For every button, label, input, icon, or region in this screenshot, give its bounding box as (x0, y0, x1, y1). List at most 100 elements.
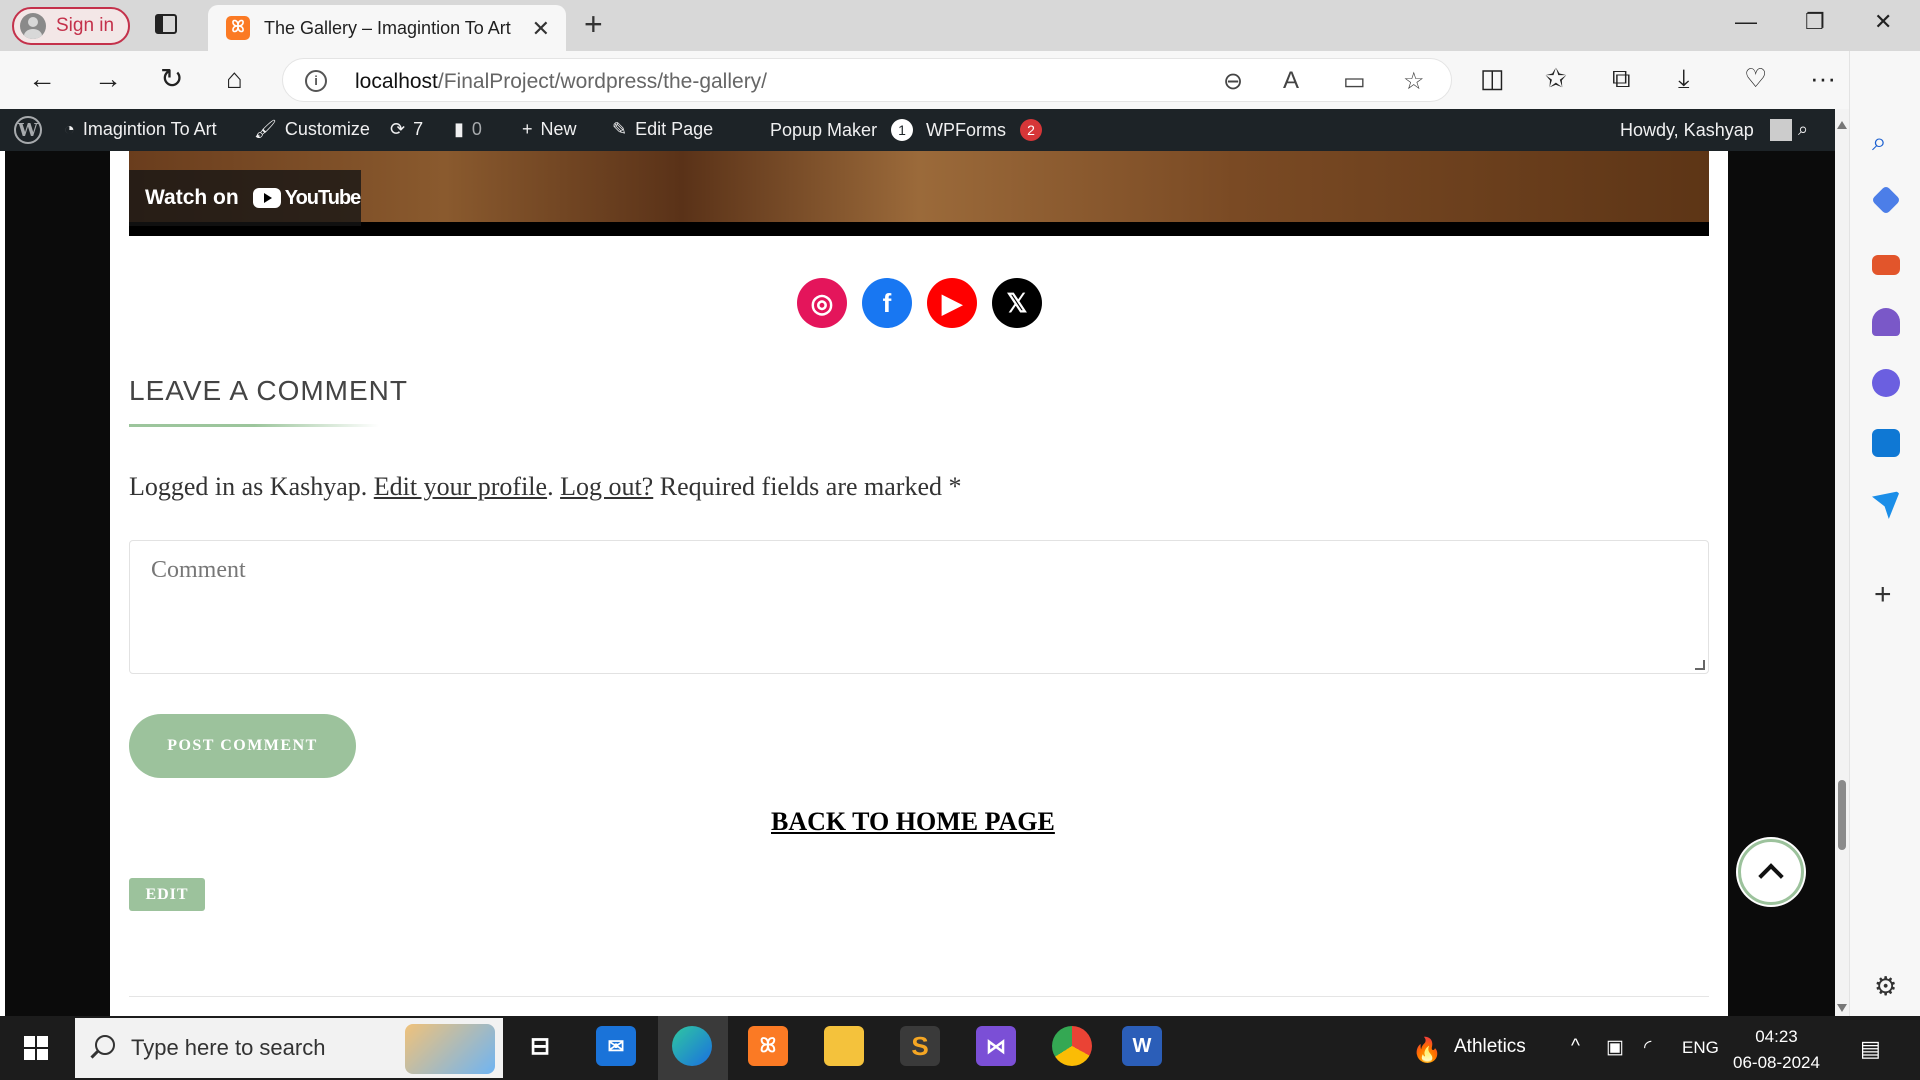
log-out-link[interactable]: Log out? (560, 472, 653, 501)
favorite-star-icon[interactable]: ☆ (1403, 67, 1425, 96)
task-view-icon[interactable]: ⊟ (520, 1026, 560, 1066)
address-bar-row: ← → ↻ ⌂ i localhost/FinalProject/wordpre… (0, 51, 1920, 109)
tab-title: The Gallery – Imagintion To Art (264, 17, 511, 38)
split-screen-icon[interactable]: ◫ (1480, 63, 1505, 94)
forward-icon[interactable]: → (94, 63, 122, 95)
x-icon[interactable]: 𝕏 (992, 278, 1042, 328)
post-comment-button[interactable]: POST COMMENT (129, 714, 356, 778)
updates-icon: ⟳ (390, 119, 406, 139)
divider (129, 996, 1709, 997)
browser-essentials-icon[interactable]: ♡ (1744, 63, 1767, 94)
popup-maker-menu[interactable]: Popup Maker 1 (770, 119, 914, 141)
pencil-icon: ✎ (612, 119, 628, 139)
comment-textarea[interactable]: Comment (129, 540, 1709, 674)
scroll-up-arrow-icon[interactable] (1837, 121, 1847, 129)
shopping-tag-icon[interactable] (1871, 185, 1901, 215)
xampp-icon[interactable]: ꕤ (748, 1026, 788, 1066)
chrome-icon[interactable] (1052, 1026, 1092, 1066)
new-tab-button[interactable]: + (584, 6, 603, 43)
sign-in-button[interactable]: Sign in (12, 7, 130, 45)
customize-link[interactable]: 🖌 Customize (254, 119, 370, 140)
edit-profile-link[interactable]: Edit your profile (374, 472, 547, 501)
edge-icon[interactable] (672, 1026, 712, 1066)
add-sidebar-app-icon[interactable]: + (1874, 578, 1892, 612)
collections-icon[interactable]: ⧉ (1612, 63, 1631, 95)
site-info-icon[interactable]: i (305, 70, 327, 92)
edit-button[interactable]: EDIT (129, 878, 205, 911)
mail-icon[interactable]: ✉ (596, 1026, 636, 1066)
youtube-embed[interactable] (129, 151, 1709, 236)
facebook-icon[interactable]: f (862, 278, 912, 328)
file-explorer-icon[interactable] (824, 1026, 864, 1066)
tab-active[interactable]: ꕤ The Gallery – Imagintion To Art ✕ (208, 5, 566, 51)
read-aloud-icon[interactable]: A (1283, 67, 1299, 95)
instagram-icon[interactable]: ◎ (797, 278, 847, 328)
new-content-menu[interactable]: + New (522, 119, 577, 140)
minimize-icon[interactable]: — (1735, 9, 1757, 35)
refresh-icon[interactable]: ↻ (160, 63, 183, 95)
address-bar[interactable]: i localhost/FinalProject/wordpress/the-g… (282, 58, 1452, 102)
resize-handle-icon[interactable] (1695, 660, 1705, 670)
avatar (1769, 119, 1792, 141)
watch-on-youtube-button[interactable]: Watch on YouTube (129, 170, 361, 226)
immersive-reader-icon[interactable]: ▭ (1343, 67, 1366, 96)
wpforms-menu[interactable]: WPForms 2 (926, 119, 1042, 141)
close-window-icon[interactable]: ✕ (1874, 9, 1892, 35)
scroll-down-arrow-icon[interactable] (1837, 1004, 1847, 1012)
search-highlight-illustration (405, 1024, 495, 1074)
youtube-icon[interactable]: ▶ (927, 278, 977, 328)
back-icon[interactable]: ← (28, 63, 56, 95)
comments-count: 0 (471, 119, 482, 139)
microsoft-365-icon[interactable] (1872, 369, 1900, 397)
search-icon[interactable]: ⌕ (1872, 126, 1900, 156)
howdy-label: Howdy, Kashyap (1620, 119, 1754, 140)
zoom-out-icon[interactable]: ⊖ (1223, 67, 1243, 96)
taskbar-clock[interactable]: 04:23 06-08-2024 (1733, 1024, 1820, 1076)
show-hidden-icons-icon[interactable]: ^ (1571, 1036, 1580, 1058)
language-indicator[interactable]: ENG (1682, 1038, 1719, 1058)
tab-actions-icon[interactable] (155, 14, 177, 34)
youtube-logo: YouTube (252, 187, 361, 210)
more-menu-icon[interactable]: ··· (1810, 63, 1836, 94)
edit-page-link[interactable]: ✎ Edit Page (612, 119, 713, 140)
comment-section-title: LEAVE A COMMENT (129, 375, 408, 406)
tools-briefcase-icon[interactable] (1872, 255, 1900, 275)
url-text[interactable]: localhost/FinalProject/wordpress/the-gal… (355, 70, 767, 94)
home-icon[interactable]: ⌂ (226, 63, 243, 95)
restore-icon[interactable]: ❐ (1805, 9, 1825, 35)
outlook-icon[interactable] (1872, 429, 1900, 457)
scrollbar-thumb[interactable] (1838, 780, 1846, 850)
comment-placeholder: Comment (151, 557, 246, 583)
word-icon[interactable]: W (1122, 1026, 1162, 1066)
updates-count: 7 (413, 119, 424, 139)
clock-date: 06-08-2024 (1733, 1053, 1820, 1072)
settings-gear-icon[interactable]: ⚙ (1874, 971, 1897, 1002)
visual-studio-icon[interactable]: ⋈ (976, 1026, 1016, 1066)
favorites-icon[interactable]: ✩ (1545, 63, 1567, 94)
wp-logo-menu[interactable]: W (14, 116, 42, 144)
sublime-text-icon[interactable]: S (900, 1026, 940, 1066)
weather-torch-icon[interactable]: 🔥 (1412, 1036, 1442, 1065)
scroll-to-top-button[interactable] (1738, 839, 1804, 905)
close-tab-icon[interactable]: ✕ (532, 16, 550, 42)
taskbar-search-input[interactable]: Type here to search (75, 1018, 503, 1078)
comments-link[interactable]: ▮ 0 (454, 119, 482, 140)
account-menu[interactable]: Howdy, Kashyap (1620, 119, 1792, 141)
downloads-icon[interactable]: ⤓ (1678, 63, 1690, 95)
back-to-home-link[interactable]: BACK TO HOME PAGE (771, 807, 1055, 837)
updates-link[interactable]: ⟳ 7 (390, 119, 423, 140)
comment-bubble-icon: ▮ (454, 119, 464, 139)
weather-label[interactable]: Athletics (1454, 1036, 1526, 1058)
games-icon[interactable] (1872, 308, 1900, 336)
send-icon[interactable] (1872, 491, 1900, 519)
new-label: New (540, 119, 577, 139)
notifications-icon[interactable]: ▤ (1860, 1036, 1881, 1062)
site-name-menu[interactable]: ◔ Imagintion To Art (64, 119, 217, 140)
windows-start-icon[interactable] (24, 1036, 48, 1060)
battery-icon[interactable]: ▣ (1606, 1036, 1624, 1059)
page-scrollbar[interactable] (1835, 109, 1849, 1016)
wifi-icon[interactable]: ◜ (1644, 1036, 1651, 1059)
admin-search-icon[interactable]: ⌕ (1798, 119, 1808, 140)
site-name: Imagintion To Art (82, 119, 217, 139)
title-underline (129, 424, 379, 427)
